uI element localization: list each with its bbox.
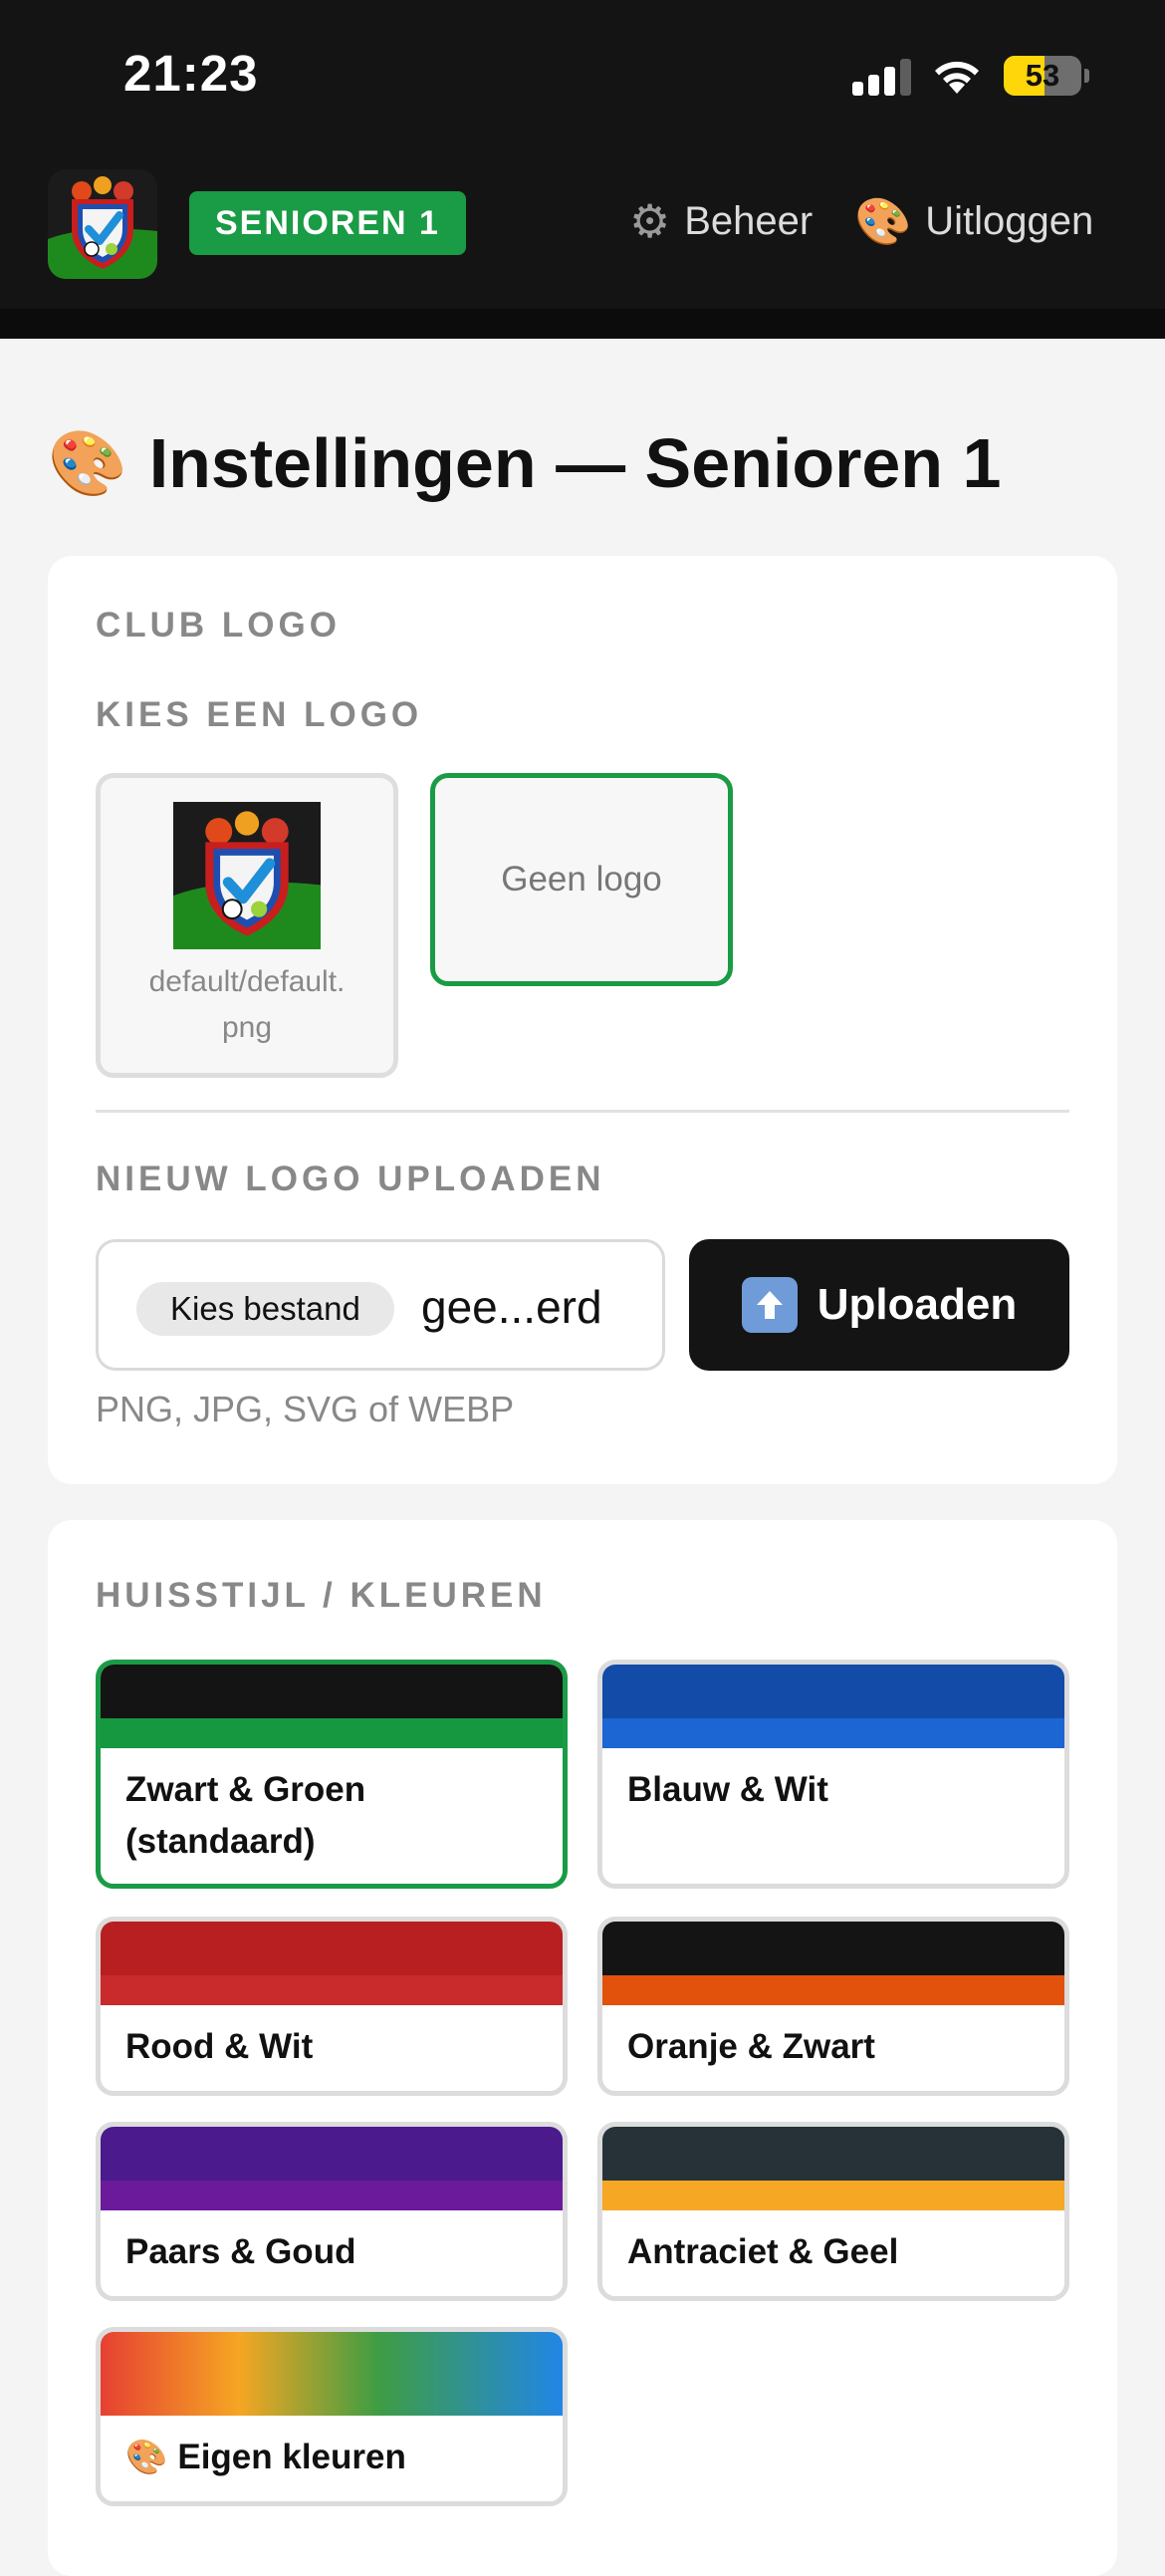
page-title: 🎨 Instellingen — Senioren 1 (48, 418, 1001, 508)
logout-link[interactable]: 🎨 Uitloggen (854, 189, 1093, 253)
upload-button[interactable]: Uploaden (689, 1239, 1069, 1371)
upload-logo-label: NIEUW LOGO UPLOADEN (96, 1159, 605, 1198)
scheme-option-black-green[interactable]: Zwart & Groen (standaard) (96, 1660, 568, 1889)
scheme-label: Rood & Wit (125, 2027, 314, 2066)
scheme-option-custom-colors[interactable]: 🎨 Eigen kleuren (96, 2327, 568, 2506)
scheme-swatch-bottom (602, 1975, 1064, 2005)
scheme-label: Antraciet & Geel (627, 2232, 899, 2271)
selected-file-name: gee...erd (421, 1281, 602, 1333)
shield-logo-icon (48, 169, 157, 279)
club-logo-heading: CLUB LOGO (96, 606, 341, 644)
up-arrow-icon (741, 1277, 798, 1333)
scheme-option-anthracite-yellow[interactable]: Antraciet & Geel (597, 2122, 1069, 2301)
scheme-swatch-bottom (101, 1975, 563, 2005)
logo-thumbnail (173, 802, 321, 949)
divider (96, 1110, 1069, 1113)
team-badge: SENIOREN 1 (189, 191, 466, 255)
file-input[interactable]: Kies bestand gee...erd (96, 1239, 665, 1371)
color-scheme-heading: HUISSTIJL / KLEUREN (96, 1576, 547, 1615)
app-header: 21:23 53 SENIOREN 1 ⚙ Beheer 🎨 Uitloggen (0, 0, 1165, 339)
header-shadow-strip (0, 309, 1165, 339)
wifi-icon (935, 61, 979, 94)
scheme-label: Blauw & Wit (627, 1770, 828, 1809)
scheme-option-red-white[interactable]: Rood & Wit (96, 1917, 568, 2096)
scheme-label: 🎨 Eigen kleuren (125, 2432, 543, 2483)
logout-link-label: Uitloggen (925, 198, 1094, 243)
color-scheme-card: HUISSTIJL / KLEUREN Zwart & Groen (stand… (48, 1520, 1117, 2576)
palette-icon: 🎨 (854, 194, 912, 247)
palette-icon: 🎨 (48, 426, 127, 499)
admin-link-label: Beheer (684, 198, 814, 243)
battery-percentage: 53 (1025, 58, 1060, 93)
scheme-option-blue-white[interactable]: Blauw & Wit (597, 1660, 1069, 1889)
admin-link[interactable]: ⚙ Beheer (629, 189, 813, 253)
cellular-signal-icon (852, 56, 911, 96)
scheme-swatch-top (101, 2127, 563, 2181)
scheme-option-orange-black[interactable]: Oranje & Zwart (597, 1917, 1069, 2096)
choose-file-button[interactable]: Kies bestand (136, 1282, 394, 1336)
upload-button-label: Uploaden (816, 1280, 1018, 1329)
choose-logo-label: KIES EEN LOGO (96, 695, 423, 734)
scheme-swatch-bottom (101, 2181, 563, 2210)
file-type-hint: PNG, JPG, SVG of WEBP (96, 1389, 515, 1429)
palette-icon: 🎨 (125, 2439, 168, 2476)
no-logo-label: Geen logo (501, 860, 662, 899)
logo-option-default[interactable]: default/default. png (96, 773, 398, 1078)
scheme-swatch-bottom (602, 1718, 1064, 1748)
gear-icon: ⚙ (629, 195, 671, 247)
scheme-swatch-top (602, 1922, 1064, 1975)
scheme-swatch-bottom (101, 1718, 563, 1748)
scheme-label: Paars & Goud (125, 2232, 356, 2271)
page-title-text: Instellingen — Senioren 1 (148, 424, 1002, 502)
scheme-option-purple-gold[interactable]: Paars & Goud (96, 2122, 568, 2301)
club-logo-card: CLUB LOGO KIES EEN LOGO default/default.… (48, 556, 1117, 1484)
scheme-label-text: Eigen kleuren (177, 2438, 406, 2476)
club-logo[interactable] (48, 169, 157, 279)
scheme-swatch-top (101, 1665, 563, 1718)
battery-indicator: 53 (1004, 56, 1089, 96)
scheme-swatch-top (101, 1922, 563, 1975)
scheme-swatch-top (602, 2127, 1064, 2181)
scheme-swatch-bottom (602, 2181, 1064, 2210)
scheme-label: Zwart & Groen (standaard) (125, 1770, 366, 1861)
rainbow-swatch (101, 2332, 563, 2416)
status-time: 21:23 (123, 45, 259, 102)
scheme-label: Oranje & Zwart (627, 2027, 875, 2066)
shield-logo-icon (173, 802, 321, 949)
logo-option-none[interactable]: Geen logo (430, 773, 733, 986)
logo-option-caption: default/default. png (148, 965, 346, 1044)
scheme-swatch-top (602, 1665, 1064, 1718)
